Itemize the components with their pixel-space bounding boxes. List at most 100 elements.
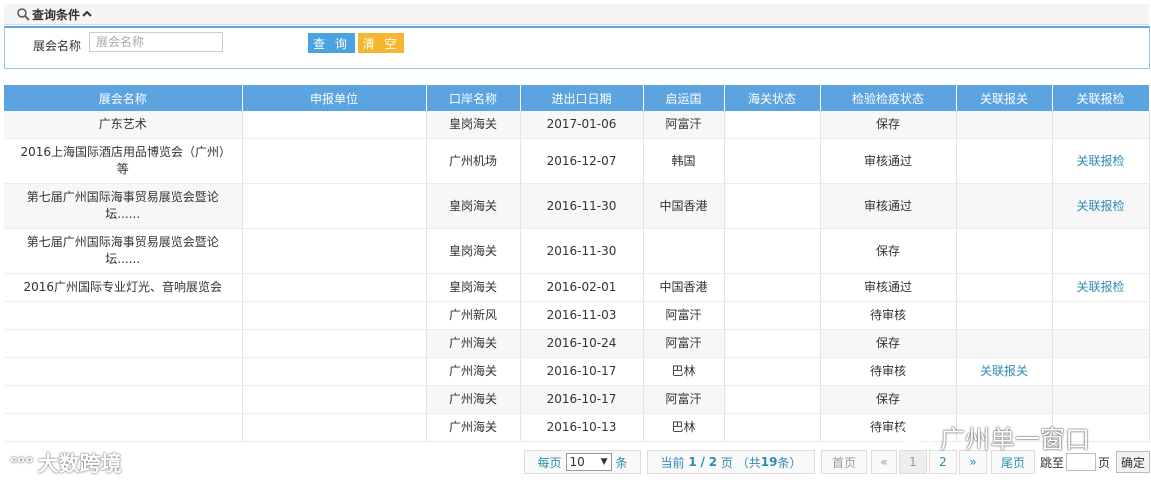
table-cell	[4, 385, 243, 414]
column-header: 关联报检	[1052, 85, 1150, 111]
table-cell: 2016-11-30	[520, 228, 644, 274]
table-cell: 皇岗海关	[426, 273, 521, 302]
table-cell	[724, 329, 821, 358]
column-header: 关联报关	[956, 85, 1053, 111]
column-header: 申报单位	[242, 85, 427, 111]
per-page-value: 10	[569, 455, 585, 469]
table-cell: 2016-10-17	[520, 357, 644, 386]
table-row[interactable]: 广州海关 2016-10-17 巴林 待审核 关联报关	[4, 357, 1150, 386]
table-row[interactable]: 第七届广州国际海事贸易展览会暨论坛...... 皇岗海关 2016-11-30 保存	[4, 228, 1150, 274]
current-page: 1	[688, 455, 697, 469]
table-cell: 待审核	[820, 301, 957, 330]
table-cell	[956, 183, 1053, 229]
column-header: 启运国	[643, 85, 725, 111]
table-cell: 广州海关	[426, 413, 521, 442]
table-cell: 2016-10-17	[520, 385, 644, 414]
confirm-button[interactable]: 确定	[1116, 451, 1150, 473]
table-cell	[1052, 385, 1150, 414]
table-cell: 巴林	[643, 413, 725, 442]
link-inspection-declaration[interactable]: 关联报检	[1052, 138, 1150, 184]
column-header: 检验检疫状态	[820, 85, 957, 111]
table-cell: 广州海关	[426, 385, 521, 414]
per-page-select[interactable]: 10 ▼	[565, 453, 612, 471]
watermark-right: 广州单一窗口	[898, 420, 1090, 456]
table-cell: 保存	[820, 385, 957, 414]
table-cell: 审核通过	[820, 183, 957, 229]
table-cell	[242, 329, 427, 358]
table-row[interactable]: 广州海关 2016-10-17 阿富汗 保存	[4, 385, 1150, 414]
table-cell: 广州海关	[426, 329, 521, 358]
prev-page-button[interactable]: «	[871, 450, 897, 474]
results-table: 展会名称 申报单位 口岸名称 进出口日期 启运国 海关状态 检验检疫状态 关联报关 关联报检 广…	[4, 85, 1150, 442]
link-customs-declaration[interactable]: 关联报关	[956, 357, 1053, 386]
total-pages: 2	[708, 455, 718, 469]
query-title: 查询条件	[32, 7, 81, 22]
page-info: 当前 1 / 2 页 （共 19 条）	[647, 450, 815, 474]
jump-unit: 页	[1098, 455, 1111, 470]
table-cell: 皇岗海关	[426, 111, 521, 139]
table-cell: 2016广州国际专业灯光、音响展览会	[4, 273, 243, 302]
table-cell	[724, 273, 821, 302]
table-row[interactable]: 广州海关 2016-10-24 阿富汗 保存	[4, 329, 1150, 358]
table-cell: 巴林	[643, 357, 725, 386]
table-cell	[242, 228, 427, 274]
table-cell: 阿富汗	[643, 111, 725, 139]
exhibition-name-input[interactable]	[89, 32, 223, 52]
search-button[interactable]: 查 询	[308, 33, 355, 53]
table-cell: 2017-01-06	[520, 111, 644, 139]
table-cell	[724, 301, 821, 330]
table-cell	[4, 357, 243, 386]
table-cell: 阿富汗	[643, 329, 725, 358]
table-row[interactable]: 广东艺术 皇岗海关 2017-01-06 阿富汗 保存	[4, 111, 1150, 139]
table-row[interactable]: 2016上海国际酒店用品博览会（广州）等 广州机场 2016-12-07 韩国 审核通过…	[4, 138, 1150, 184]
column-header: 展会名称	[4, 85, 243, 111]
chevron-up-icon[interactable]	[81, 8, 93, 20]
table-cell: 2016-10-13	[520, 413, 644, 442]
table-row[interactable]: 2016广州国际专业灯光、音响展览会 皇岗海关 2016-02-01 中国香港 审核通过…	[4, 273, 1150, 302]
table-cell	[242, 357, 427, 386]
table-cell: 审核通过	[820, 273, 957, 302]
table-cell	[724, 111, 821, 139]
table-cell: 中国香港	[643, 273, 725, 302]
table-cell	[1052, 329, 1150, 358]
link-inspection-declaration[interactable]: 关联报检	[1052, 273, 1150, 302]
table-cell	[242, 301, 427, 330]
table-cell	[242, 273, 427, 302]
table-cell: 广州新风	[426, 301, 521, 330]
table-cell: 第七届广州国际海事贸易展览会暨论坛......	[4, 228, 243, 274]
watermark-left-text: 大数跨境	[37, 452, 122, 476]
watermark-right-text: 广州单一窗口	[940, 425, 1091, 454]
table-cell	[242, 138, 427, 184]
table-cell: 广州海关	[426, 357, 521, 386]
table-cell	[643, 228, 725, 274]
table-cell: 中国香港	[643, 183, 725, 229]
table-cell: 2016-11-30	[520, 183, 644, 229]
table-cell	[956, 138, 1053, 184]
table-cell	[956, 111, 1053, 139]
table-cell: 保存	[820, 111, 957, 139]
search-icon	[16, 7, 30, 21]
table-cell: 2016-02-01	[520, 273, 644, 302]
total-count: 19	[760, 455, 778, 469]
table-cell: 2016-10-24	[520, 329, 644, 358]
current-prefix: 当前	[660, 455, 685, 470]
query-header[interactable]: 查询条件	[4, 4, 1149, 25]
table-cell: 广东艺术	[4, 111, 243, 139]
table-cell	[4, 301, 243, 330]
table-cell: 第七届广州国际海事贸易展览会暨论坛......	[4, 183, 243, 229]
first-page-button[interactable]: 首页	[821, 450, 867, 474]
jump-label: 跳至	[1040, 455, 1065, 470]
table-cell	[1052, 111, 1150, 139]
table-cell	[1052, 357, 1150, 386]
table-row[interactable]: 第七届广州国际海事贸易展览会暨论坛...... 皇岗海关 2016-11-30 中国香…	[4, 183, 1150, 229]
column-header: 进出口日期	[520, 85, 644, 111]
column-header: 海关状态	[724, 85, 821, 111]
watermark-logo-icon: ᶜᵒᵒ	[10, 453, 34, 473]
table-cell: 保存	[820, 329, 957, 358]
link-inspection-declaration[interactable]: 关联报检	[1052, 183, 1150, 229]
table-cell	[242, 111, 427, 139]
table-row[interactable]: 广州新风 2016-11-03 阿富汗 待审核	[4, 301, 1150, 330]
clear-button[interactable]: 清 空	[358, 33, 404, 53]
table-cell: 待审核	[820, 357, 957, 386]
table-cell	[4, 329, 243, 358]
